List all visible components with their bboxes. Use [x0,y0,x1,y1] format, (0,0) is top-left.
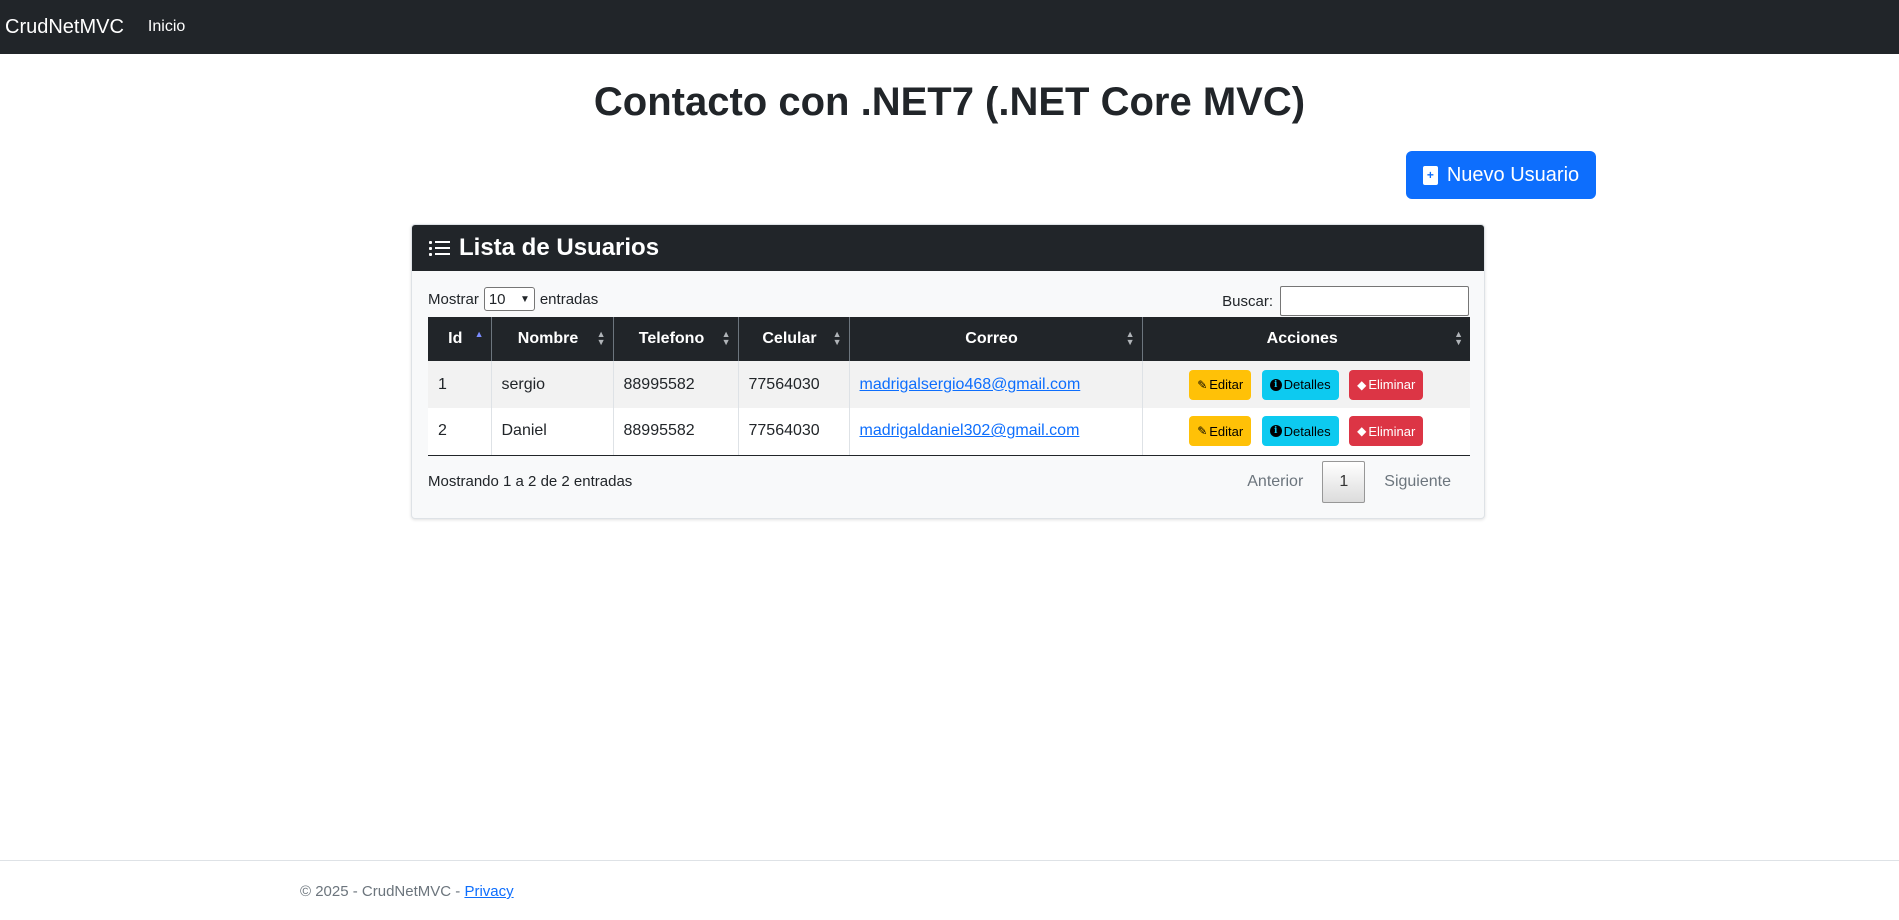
sort-asc-icon: ▲▼ [474,329,484,339]
column-header-nombre[interactable]: Nombre ▲ ▼ [491,317,614,361]
table-header-row: Id▲▼ Nombre▲▼ Telefono▲▼ Celular▲▼ Corre… [428,317,1470,361]
eraser-icon: ◆ [1357,424,1367,439]
navbar: CrudNetMVC Inicio [0,0,1899,54]
cell-nombre: Daniel [491,408,614,456]
email-link[interactable]: madrigalsergio468@gmail.com [860,376,1081,393]
cell-nombre: sergio [491,361,614,408]
page-length-value: 10 [488,290,506,308]
table-row: 2 Daniel 88995582 77564030 madrigaldanie… [428,408,1470,456]
info-icon: i [1269,425,1282,438]
length-prefix: Mostrar [428,290,479,308]
cell-id: 2 [428,408,492,456]
navbar-brand[interactable]: CrudNetMVC [5,16,124,39]
card-title: Lista de Usuarios [459,234,660,261]
details-button[interactable]: i Detalles [1261,369,1339,400]
pagination-next[interactable]: Siguiente [1384,473,1451,491]
delete-button[interactable]: ◆ Eliminar [1349,416,1424,447]
footer: © 2025 - CrudNetMVC - Privacy [0,860,1899,920]
page-title: Contacto con .NET7 (.NET Core MVC) [593,80,1306,124]
column-header-id[interactable]: Id▲▼ [428,317,492,361]
new-user-button[interactable]: + Nuevo Usuario [1406,151,1596,199]
cell-celular: 77564030 [738,408,850,456]
users-table: Id▲▼ Nombre▲▼ Telefono▲▼ Celular▲▼ Corre… [428,317,1470,456]
pagination-previous[interactable]: Anterior [1247,473,1303,491]
column-header-acciones[interactable]: Acciones ▲ ▼ [1142,317,1470,361]
edit-button[interactable]: ✎ Editar [1189,416,1252,447]
chevron-down-icon: ▼ [519,293,530,305]
cell-telefono: 88995582 [613,361,739,408]
card-header: Lista de Usuarios [412,225,1484,271]
footer-copyright: © 2025 - CrudNetMVC - [300,883,465,900]
cell-acciones: ✎ Editar i Detalles ◆ Eliminar [1142,408,1470,456]
length-menu: Mostrar 10 ▼ entradas [428,287,598,311]
search-box: Buscar: [1222,286,1469,316]
new-user-button-label: Nuevo Usuario [1446,163,1580,186]
cell-correo: madrigaldaniel302@gmail.com [849,408,1143,456]
list-icon [429,240,451,256]
plus-square-icon: + [1422,165,1438,185]
pagination-page-1[interactable]: 1 [1322,461,1366,503]
privacy-link[interactable]: Privacy [464,883,513,900]
users-card: Lista de Usuarios Mostrar 10 ▼ entradas … [411,224,1485,519]
pencil-icon: ✎ [1197,377,1208,392]
pagination: Anterior 1 Siguiente [1247,461,1468,503]
email-link[interactable]: madrigaldaniel302@gmail.com [860,422,1080,439]
sort-icon: ▲ ▼ [721,329,731,347]
sort-icon: ▲ ▼ [1125,329,1135,347]
table-row: 1 sergio 88995582 77564030 madrigalsergi… [428,361,1470,408]
table-info: Mostrando 1 a 2 de 2 entradas [428,473,633,490]
sort-icon: ▲ ▼ [1454,329,1463,347]
edit-button[interactable]: ✎ Editar [1189,369,1252,400]
sort-icon: ▲ ▼ [596,329,606,347]
sort-icon: ▲ ▼ [832,329,842,347]
cell-correo: madrigalsergio468@gmail.com [849,361,1143,408]
cell-id: 1 [428,361,492,408]
info-icon: i [1269,378,1282,391]
column-header-correo[interactable]: Correo ▲ ▼ [849,317,1143,361]
nav-link-inicio[interactable]: Inicio [148,18,185,36]
length-suffix: entradas [539,290,599,308]
eraser-icon: ◆ [1357,377,1367,392]
cell-celular: 77564030 [738,361,850,408]
column-header-telefono[interactable]: Telefono ▲ ▼ [613,317,739,361]
page-length-select[interactable]: 10 ▼ [483,287,535,311]
search-label: Buscar: [1222,292,1273,310]
footer-text: © 2025 - CrudNetMVC - Privacy [300,883,514,900]
column-header-celular[interactable]: Celular ▲ ▼ [738,317,850,361]
cell-telefono: 88995582 [613,408,739,456]
pencil-icon: ✎ [1197,424,1208,439]
search-input[interactable] [1280,286,1469,316]
details-button[interactable]: i Detalles [1261,416,1339,447]
cell-acciones: ✎ Editar i Detalles ◆ Eliminar [1142,361,1470,408]
delete-button[interactable]: ◆ Eliminar [1349,369,1424,400]
